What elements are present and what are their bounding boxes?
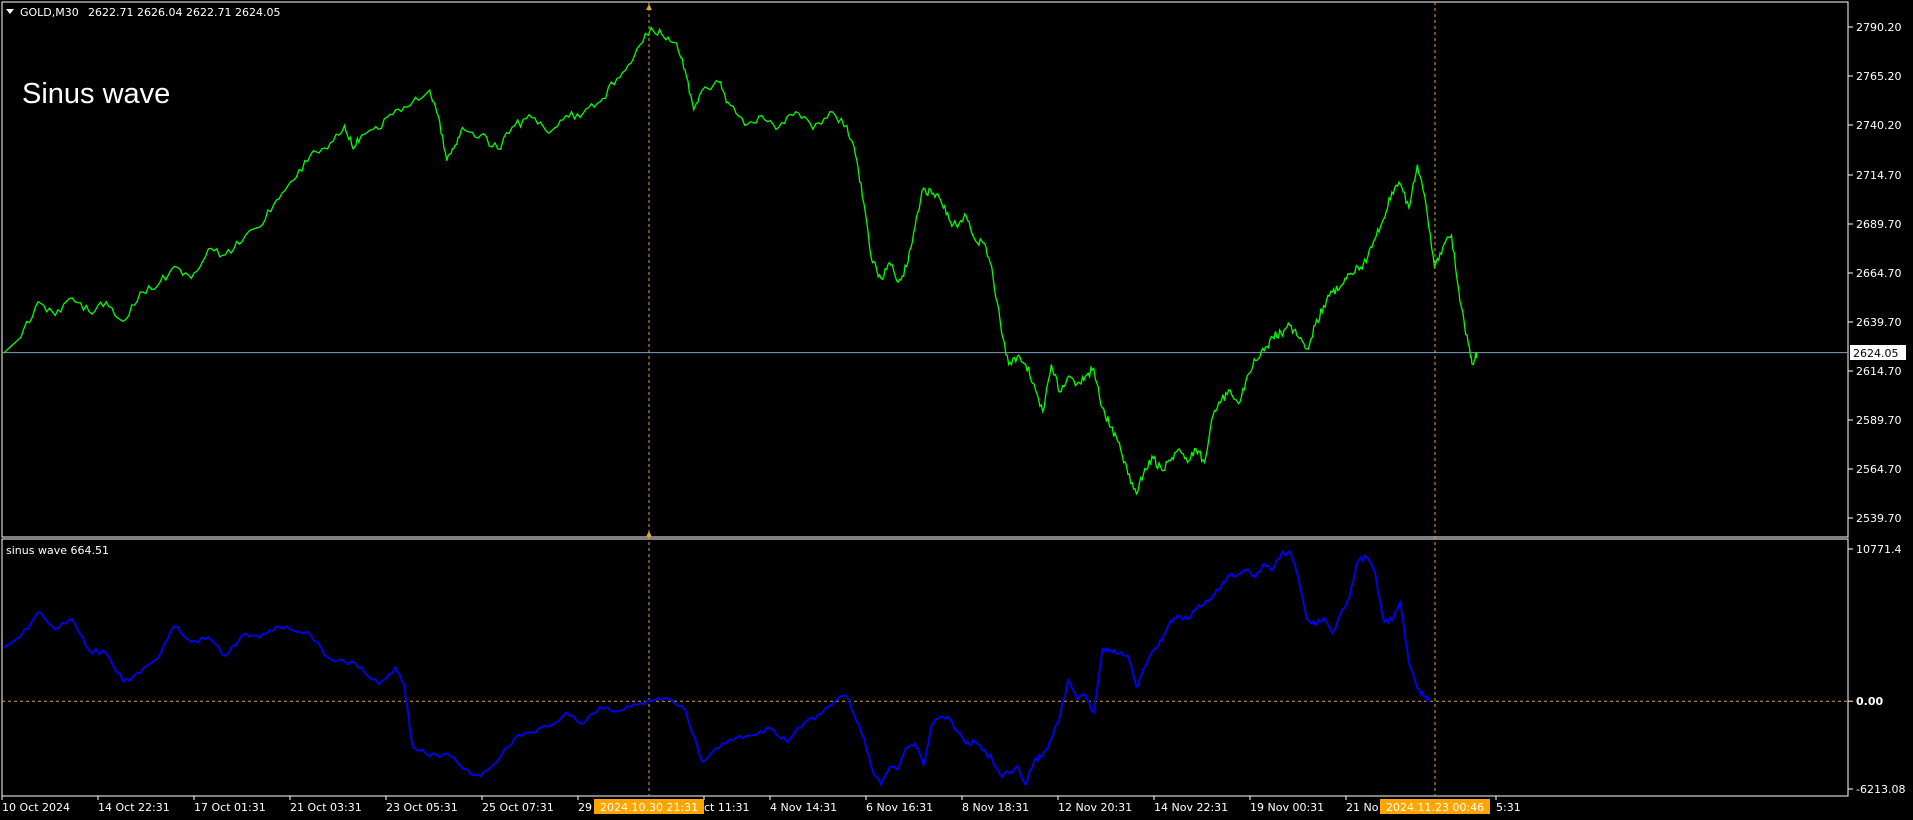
time-axis: 10 Oct 2024 14 Oct 22:31 17 Oct 01:31 21 Oc… (1, 796, 1521, 814)
chart-canvas[interactable]: GOLD,M30 2622.71 2626.04 2622.71 2624.05… (0, 0, 1913, 820)
time-highlight-1: 2024.10.30 21:31 (600, 801, 698, 814)
y-tick-label: 2639.70 (1856, 316, 1902, 329)
ohlc-values: 2622.71 2626.04 2622.71 2624.05 (88, 6, 280, 19)
x-tick-label: 19 Nov 00:31 (1250, 801, 1324, 814)
y-tick-label: 2539.70 (1856, 512, 1902, 525)
x-tick-label: ct 11:31 (704, 801, 750, 814)
y-tick-label: 2589.70 (1856, 414, 1902, 427)
y-tick-label: 10771.4 (1856, 543, 1902, 556)
x-tick-label: 12 Nov 20:31 (1058, 801, 1132, 814)
x-tick-label: 4 Nov 14:31 (770, 801, 837, 814)
y-tick-label: 2664.70 (1856, 267, 1902, 280)
y-tick-label: 2714.70 (1856, 169, 1902, 182)
symbol-label: GOLD,M30 (20, 6, 79, 19)
x-tick-label: 21 No (1346, 801, 1379, 814)
x-tick-label: 5:31 (1496, 801, 1521, 814)
y-tick-label: 2765.20 (1856, 70, 1902, 83)
x-tick-label: 14 Nov 22:31 (1154, 801, 1228, 814)
y-tick-label: 2790.20 (1856, 21, 1902, 34)
price-pane[interactable] (1, 1, 1849, 538)
x-tick-label: 29 (578, 801, 592, 814)
x-tick-label: 25 Oct 07:31 (482, 801, 554, 814)
chart-annotation-label: Sinus wave (22, 78, 170, 110)
y-tick-label: 2740.20 (1856, 119, 1902, 132)
x-tick-label: 14 Oct 22:31 (98, 801, 170, 814)
x-tick-label: 17 Oct 01:31 (194, 801, 266, 814)
current-price-tag: 2624.05 (1853, 347, 1899, 360)
indicator-label: sinus wave 664.51 (6, 544, 109, 557)
x-tick-label: 8 Nov 18:31 (962, 801, 1029, 814)
time-highlight-2: 2024.11.23 00:46 (1386, 801, 1484, 814)
x-tick-label: 10 Oct 2024 (2, 801, 70, 814)
y-tick-label: 2689.70 (1856, 218, 1902, 231)
y-tick-label: 0.00 (1856, 695, 1883, 708)
y-tick-label: 2614.70 (1856, 365, 1902, 378)
x-tick-label: 6 Nov 16:31 (866, 801, 933, 814)
x-tick-label: 21 Oct 03:31 (290, 801, 362, 814)
y-tick-label: -6213.08 (1856, 783, 1905, 796)
x-tick-label: 23 Oct 05:31 (386, 801, 458, 814)
price-axis: 2790.20 2765.20 2740.20 2714.70 2689.70 2664.… (1848, 21, 1902, 525)
indicator-axis: 10771.4 0.00 -6213.08 (1848, 543, 1905, 796)
y-tick-label: 2564.70 (1856, 463, 1902, 476)
